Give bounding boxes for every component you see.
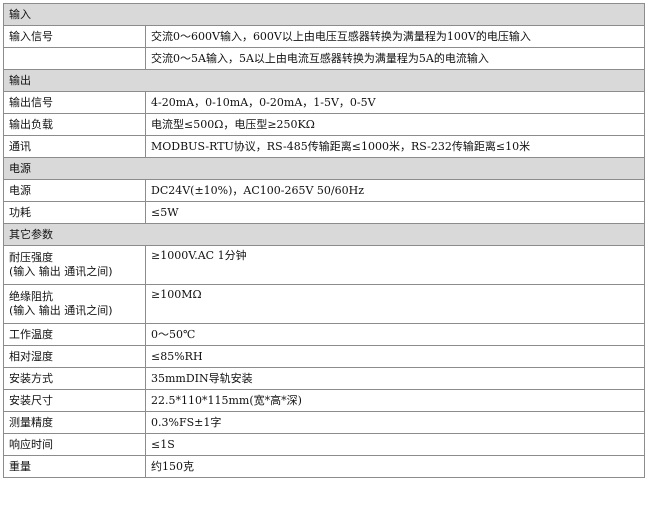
section-title: 输出 — [3, 69, 645, 92]
row-value: 4-20mA，0-10mA，0-20mA，1-5V，0-5V — [145, 91, 645, 114]
table-row: 电源 DC24V(±10%)，AC100-265V 50/60Hz — [3, 179, 645, 202]
row-label: 输出信号 — [3, 91, 146, 114]
row-value: 0～50℃ — [145, 323, 645, 346]
row-label: 通讯 — [3, 135, 146, 158]
row-value: 交流0～600V输入，600V以上由电压互感器转换为满量程为100V的电压输入 — [145, 25, 645, 48]
row-label: 响应时间 — [3, 433, 146, 456]
row-label: 测量精度 — [3, 411, 146, 434]
row-value: MODBUS-RTU协议，RS-485传输距离≤1000米，RS-232传输距离… — [145, 135, 645, 158]
section-title: 其它参数 — [3, 223, 645, 246]
table-row: 绝缘阻抗 (输入 输出 通讯之间) ≥100MΩ — [3, 284, 645, 324]
table-row: 响应时间 ≤1S — [3, 433, 645, 456]
row-value: ≤5W — [145, 201, 645, 224]
table-row: 测量精度 0.3%FS±1字 — [3, 411, 645, 434]
table-row: 安装尺寸 22.5*110*115mm(宽*高*深) — [3, 389, 645, 412]
row-value: ≥100MΩ — [145, 284, 645, 324]
row-label: 工作温度 — [3, 323, 146, 346]
row-label: 电源 — [3, 179, 146, 202]
row-label: 相对湿度 — [3, 345, 146, 368]
table-row: 工作温度 0～50℃ — [3, 323, 645, 346]
table-row: 重量 约150克 — [3, 455, 645, 478]
row-label-sub: (输入 输出 通讯之间) — [9, 304, 113, 317]
table-row: 通讯 MODBUS-RTU协议，RS-485传输距离≤1000米，RS-232传… — [3, 135, 645, 158]
row-value: 电流型≤500Ω，电压型≥250KΩ — [145, 113, 645, 136]
row-value: DC24V(±10%)，AC100-265V 50/60Hz — [145, 179, 645, 202]
table-row: 耐压强度 (输入 输出 通讯之间) ≥1000V.AC 1分钟 — [3, 245, 645, 285]
row-label-main: 耐压强度 — [9, 251, 53, 264]
section-input: 输入 — [3, 3, 645, 26]
row-label — [3, 47, 146, 70]
section-other: 其它参数 — [3, 223, 645, 246]
row-label: 输出负载 — [3, 113, 146, 136]
section-title: 电源 — [3, 157, 645, 180]
table-row: 功耗 ≤5W — [3, 201, 645, 224]
row-label: 功耗 — [3, 201, 146, 224]
row-value: ≤85%RH — [145, 345, 645, 368]
row-label-main: 绝缘阻抗 — [9, 290, 53, 303]
section-output: 输出 — [3, 69, 645, 92]
table-row: 安装方式 35mmDIN导轨安装 — [3, 367, 645, 390]
section-power: 电源 — [3, 157, 645, 180]
section-title: 输入 — [3, 3, 645, 26]
row-value: 约150克 — [145, 455, 645, 478]
row-label: 输入信号 — [3, 25, 146, 48]
table-row: 相对湿度 ≤85%RH — [3, 345, 645, 368]
table-row: 交流0～5A输入，5A以上由电流互感器转换为满量程为5A的电流输入 — [3, 47, 645, 70]
table-row: 输出负载 电流型≤500Ω，电压型≥250KΩ — [3, 113, 645, 136]
row-value: 0.3%FS±1字 — [145, 411, 645, 434]
row-label-sub: (输入 输出 通讯之间) — [9, 265, 113, 278]
row-value: 22.5*110*115mm(宽*高*深) — [145, 389, 645, 412]
table-row: 输出信号 4-20mA，0-10mA，0-20mA，1-5V，0-5V — [3, 91, 645, 114]
row-value: 35mmDIN导轨安装 — [145, 367, 645, 390]
spec-table: 输入 输入信号 交流0～600V输入，600V以上由电压互感器转换为满量程为10… — [3, 3, 645, 478]
row-label: 安装方式 — [3, 367, 146, 390]
row-value: ≤1S — [145, 433, 645, 456]
row-label: 安装尺寸 — [3, 389, 146, 412]
row-label: 重量 — [3, 455, 146, 478]
row-value: 交流0～5A输入，5A以上由电流互感器转换为满量程为5A的电流输入 — [145, 47, 645, 70]
table-row: 输入信号 交流0～600V输入，600V以上由电压互感器转换为满量程为100V的… — [3, 25, 645, 48]
row-value: ≥1000V.AC 1分钟 — [145, 245, 645, 285]
row-label: 绝缘阻抗 (输入 输出 通讯之间) — [3, 284, 146, 324]
row-label: 耐压强度 (输入 输出 通讯之间) — [3, 245, 146, 285]
